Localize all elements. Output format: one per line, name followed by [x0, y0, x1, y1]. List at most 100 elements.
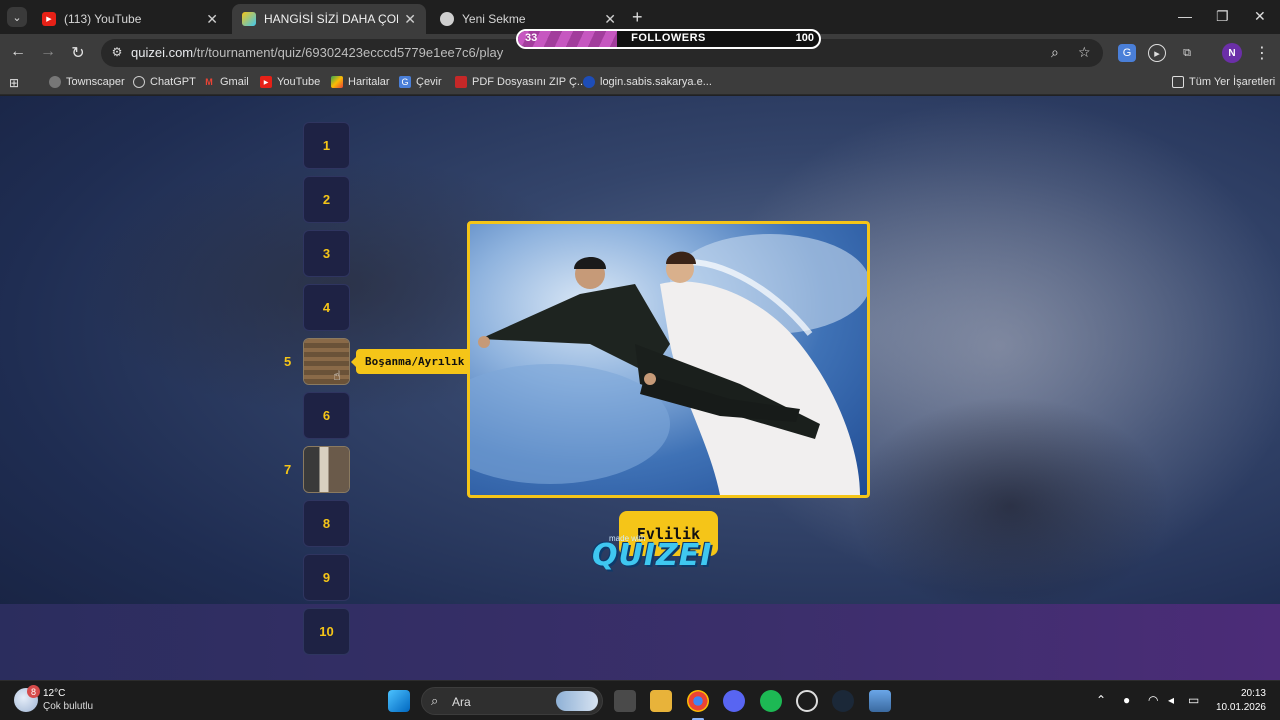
- chatgpt-icon: [133, 76, 145, 88]
- mountain-app-icon[interactable]: [869, 690, 891, 712]
- discord-icon[interactable]: [723, 690, 745, 712]
- quizei-icon: [242, 12, 256, 26]
- slot-label: 6: [322, 408, 331, 423]
- bracket-slot[interactable]: 2: [303, 176, 350, 223]
- clock-time: 20:13: [1240, 688, 1266, 699]
- bookmark-gmail[interactable]: M Gmail: [203, 76, 248, 88]
- zoom-icon[interactable]: ⌕: [1051, 44, 1059, 61]
- bracket-slot-filled[interactable]: [303, 338, 350, 385]
- bookmark-label: Çevir: [416, 76, 442, 88]
- wifi-icon[interactable]: ◠: [1148, 693, 1158, 707]
- bookmark-label: YouTube: [277, 76, 321, 88]
- menu-kebab-icon[interactable]: ⋮: [1252, 43, 1272, 63]
- url-text[interactable]: quizei.com/tr/tournament/quiz/69302423ec…: [131, 45, 503, 60]
- bookmark-chatgpt[interactable]: ChatGPT: [133, 76, 196, 88]
- translate-icon: G: [399, 76, 411, 88]
- search-icon: ⌕: [431, 693, 439, 708]
- chevron-down-icon: ⌄: [12, 11, 22, 24]
- bracket-slot[interactable]: 3: [303, 230, 350, 277]
- clock-date: 10.01.2026: [1215, 702, 1266, 713]
- tab-search-button[interactable]: ⌄: [7, 7, 27, 27]
- bookmark-label: ChatGPT: [150, 76, 196, 88]
- chrome-taskbar-icon[interactable]: [687, 690, 709, 712]
- back-button[interactable]: ←: [8, 43, 28, 61]
- slot-label: 2: [322, 192, 331, 207]
- all-bookmarks-folder[interactable]: Tüm Yer İşaretleri: [1172, 76, 1275, 88]
- tab-youtube[interactable]: ▶ (113) YouTube ✕: [32, 4, 228, 34]
- sabis-icon: [583, 76, 595, 88]
- slot-label: 4: [322, 300, 331, 315]
- close-icon[interactable]: ✕: [604, 11, 616, 28]
- bracket-slot[interactable]: 4: [303, 284, 350, 331]
- url-host: quizei.com: [131, 45, 194, 60]
- followers-goal: 100: [795, 32, 814, 44]
- taskbar-search[interactable]: ⌕ Ara: [421, 687, 603, 715]
- bookmark-youtube[interactable]: ▶ YouTube: [260, 76, 320, 88]
- bookmark-pdf-zip[interactable]: PDF Dosyasını ZIP Ç...: [455, 76, 586, 88]
- media-extension-icon[interactable]: ▸: [1148, 44, 1166, 62]
- close-window-button[interactable]: ✕: [1254, 8, 1266, 25]
- bracket-slot[interactable]: 9: [303, 554, 350, 601]
- app-icon[interactable]: [796, 690, 818, 712]
- youtube-icon: ▶: [260, 76, 272, 88]
- plus-icon: +: [632, 7, 643, 27]
- profile-avatar[interactable]: N: [1222, 43, 1242, 63]
- people-thumbnail: [304, 447, 349, 492]
- restore-button[interactable]: ❐: [1216, 8, 1229, 25]
- notification-badge: 8: [27, 685, 40, 698]
- followers-progress-bar: 33 FOLLOWERS 100: [516, 29, 821, 49]
- slot-number-label: 7: [284, 462, 292, 477]
- bracket-slot[interactable]: 8: [303, 500, 350, 547]
- extensions-puzzle-icon[interactable]: ⧉: [1178, 44, 1196, 62]
- bracket-slot[interactable]: 6: [303, 392, 350, 439]
- maps-icon: [331, 76, 343, 88]
- bracket-slot[interactable]: 10: [303, 608, 350, 655]
- chevron-up-icon[interactable]: ⌃: [1096, 693, 1106, 707]
- chrome-icon: [440, 12, 454, 26]
- choice-image-card[interactable]: [467, 221, 870, 498]
- tab-quizei[interactable]: HANGİSİ SİZİ DAHA ÇOK STRES ✕: [232, 4, 426, 34]
- apps-grid-icon[interactable]: ⊞: [9, 76, 19, 90]
- battery-icon[interactable]: ▭: [1188, 693, 1199, 707]
- bookmark-haritalar[interactable]: Haritalar: [331, 76, 390, 88]
- close-icon[interactable]: ✕: [206, 11, 218, 28]
- wedding-couple-image: [470, 234, 867, 495]
- task-view-icon[interactable]: [614, 690, 636, 712]
- quizei-logo: QUIZEI: [592, 538, 713, 573]
- file-explorer-icon[interactable]: [650, 690, 672, 712]
- reload-button[interactable]: ↻: [68, 43, 88, 63]
- folder-icon: [1172, 76, 1184, 88]
- bookmarks-bar: ⊞ Townscaper ChatGPT M Gmail ▶ YouTube Har…: [0, 72, 1280, 95]
- taskbar-clock[interactable]: 20:13 10.01.2026: [1214, 687, 1266, 715]
- background-blur: [850, 396, 1170, 616]
- bookmark-cevir[interactable]: G Çevir: [399, 76, 442, 88]
- close-icon[interactable]: ✕: [404, 11, 416, 28]
- slot-label: 8: [322, 516, 331, 531]
- translate-extension-icon[interactable]: G: [1118, 44, 1136, 62]
- bookmark-star-icon[interactable]: ☆: [1078, 44, 1091, 61]
- steam-icon[interactable]: [832, 690, 854, 712]
- slot-label: 3: [322, 246, 331, 261]
- minimize-button[interactable]: —: [1178, 8, 1192, 24]
- slot-tooltip: Boşanma/Ayrılık: [350, 349, 474, 374]
- spotify-icon[interactable]: [760, 690, 782, 712]
- weather-description[interactable]: Çok bulutlu: [43, 701, 93, 712]
- tab-title: (113) YouTube: [64, 12, 142, 26]
- bracket-slot[interactable]: 1: [303, 122, 350, 169]
- bookmark-townscaper[interactable]: Townscaper: [49, 76, 125, 88]
- search-highlight-image: [556, 691, 598, 711]
- forward-button[interactable]: →: [38, 43, 58, 61]
- volume-icon[interactable]: ◂: [1168, 693, 1174, 707]
- windows-start-icon[interactable]: [388, 690, 410, 712]
- slot-label: 1: [322, 138, 331, 153]
- youtube-icon: ▶: [42, 12, 56, 26]
- new-tab-button[interactable]: +: [632, 7, 643, 28]
- bookmark-label: PDF Dosyasını ZIP Ç...: [472, 76, 587, 88]
- bracket-slot-filled[interactable]: [303, 446, 350, 493]
- bookmark-label: Townscaper: [66, 76, 125, 88]
- microphone-icon[interactable]: ●: [1123, 693, 1130, 707]
- tab-title: Yeni Sekme: [462, 12, 526, 26]
- weather-temperature[interactable]: 12°C: [43, 688, 65, 699]
- site-info-icon[interactable]: ⚙: [109, 45, 125, 61]
- bookmark-sabis[interactable]: login.sabis.sakarya.e...: [583, 76, 712, 88]
